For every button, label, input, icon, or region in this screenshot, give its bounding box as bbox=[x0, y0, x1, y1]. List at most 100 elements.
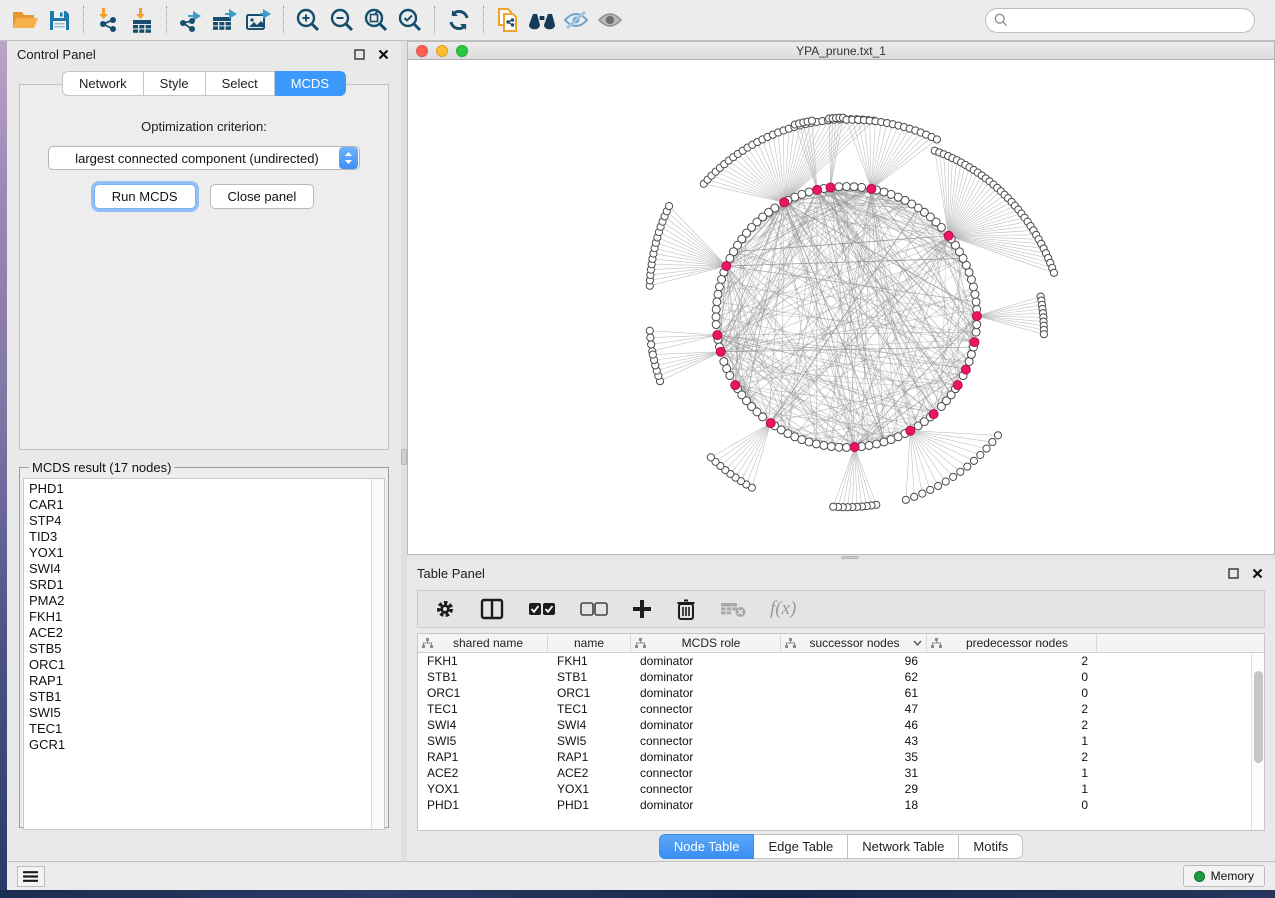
main-toolbar bbox=[0, 0, 1275, 41]
table-row[interactable]: PHD1PHD1dominator180 bbox=[418, 797, 1264, 813]
cell-shared-name: RAP1 bbox=[418, 749, 548, 765]
result-node-item[interactable]: TID3 bbox=[29, 529, 384, 545]
table-settings-button[interactable] bbox=[434, 594, 456, 624]
desktop-wallpaper-left bbox=[0, 41, 7, 890]
result-list-scrollbar[interactable] bbox=[371, 479, 384, 829]
close-panel-button[interactable] bbox=[375, 46, 391, 62]
zoom-fit-button[interactable] bbox=[359, 4, 393, 36]
result-node-item[interactable]: STB5 bbox=[29, 641, 384, 657]
float-panel-button[interactable] bbox=[351, 46, 367, 62]
zoom-out-button[interactable] bbox=[325, 4, 359, 36]
memory-button[interactable]: Memory bbox=[1183, 865, 1265, 887]
table-row[interactable]: STB1STB1dominator620 bbox=[418, 669, 1264, 685]
vertical-splitter[interactable] bbox=[401, 41, 407, 861]
table-scrollbar-thumb[interactable] bbox=[1254, 671, 1263, 763]
result-node-item[interactable]: SWI4 bbox=[29, 561, 384, 577]
criterion-dropdown[interactable]: largest connected component (undirected) bbox=[48, 146, 360, 170]
splitter-grip[interactable] bbox=[841, 556, 859, 559]
result-node-item[interactable]: YOX1 bbox=[29, 545, 384, 561]
refresh-layout-button[interactable] bbox=[442, 4, 476, 36]
hide-selected-button[interactable] bbox=[559, 4, 593, 36]
result-node-item[interactable]: SWI5 bbox=[29, 705, 384, 721]
delete-table-icon bbox=[720, 600, 746, 618]
table-row[interactable]: ACE2ACE2connector311 bbox=[418, 765, 1264, 781]
open-file-button[interactable] bbox=[8, 4, 42, 36]
result-node-item[interactable]: ACE2 bbox=[29, 625, 384, 641]
result-node-item[interactable]: ORC1 bbox=[29, 657, 384, 673]
apply-function-button[interactable]: f(x) bbox=[770, 594, 796, 624]
search-network-button[interactable] bbox=[525, 4, 559, 36]
zoom-in-button[interactable] bbox=[291, 4, 325, 36]
search-box bbox=[985, 8, 1255, 33]
result-node-item[interactable]: STP4 bbox=[29, 513, 384, 529]
save-session-button[interactable] bbox=[42, 4, 76, 36]
deselect-all-columns-button[interactable] bbox=[580, 594, 608, 624]
result-node-item[interactable]: PMA2 bbox=[29, 593, 384, 609]
search-input[interactable] bbox=[1013, 13, 1246, 27]
export-image-icon bbox=[245, 7, 273, 33]
horizontal-splitter[interactable] bbox=[407, 555, 1275, 560]
tab-motifs[interactable]: Motifs bbox=[959, 834, 1023, 859]
result-node-item[interactable]: FKH1 bbox=[29, 609, 384, 625]
tab-style[interactable]: Style bbox=[144, 71, 206, 96]
column-header-successor-nodes[interactable]: successor nodes bbox=[781, 634, 927, 652]
split-columns-button[interactable] bbox=[480, 594, 504, 624]
zoom-selected-icon bbox=[397, 7, 423, 33]
tab-edge-table[interactable]: Edge Table bbox=[754, 834, 848, 859]
tab-network[interactable]: Network bbox=[62, 71, 144, 96]
show-panels-button[interactable] bbox=[17, 866, 45, 887]
export-network-button[interactable] bbox=[174, 4, 208, 36]
table-row[interactable]: TEC1TEC1connector472 bbox=[418, 701, 1264, 717]
result-node-item[interactable]: GCR1 bbox=[29, 737, 384, 753]
table-toolbar: f(x) bbox=[417, 590, 1265, 628]
table-scrollbar[interactable] bbox=[1251, 653, 1264, 830]
column-header-label: predecessor nodes bbox=[942, 636, 1092, 650]
column-header-predecessor-nodes[interactable]: predecessor nodes bbox=[927, 634, 1097, 652]
column-header-name[interactable]: name bbox=[548, 634, 631, 652]
copy-network-button[interactable] bbox=[491, 4, 525, 36]
result-node-item[interactable]: CAR1 bbox=[29, 497, 384, 513]
tab-network-table[interactable]: Network Table bbox=[848, 834, 959, 859]
export-table-button[interactable] bbox=[208, 4, 242, 36]
column-header-shared-name[interactable]: shared name bbox=[418, 634, 548, 652]
tab-select[interactable]: Select bbox=[206, 71, 275, 96]
close-panel-action-button[interactable]: Close panel bbox=[210, 184, 315, 209]
tab-node-table[interactable]: Node Table bbox=[659, 834, 755, 859]
result-node-item[interactable]: RAP1 bbox=[29, 673, 384, 689]
import-table-button[interactable] bbox=[125, 4, 159, 36]
toolbar-separator bbox=[166, 6, 167, 34]
result-node-item[interactable]: TEC1 bbox=[29, 721, 384, 737]
close-table-panel-button[interactable] bbox=[1249, 565, 1265, 581]
open-folder-icon bbox=[12, 9, 39, 31]
table-row[interactable]: ORC1ORC1dominator610 bbox=[418, 685, 1264, 701]
show-all-button[interactable] bbox=[593, 4, 627, 36]
table-row[interactable]: RAP1RAP1dominator352 bbox=[418, 749, 1264, 765]
zoom-selected-button[interactable] bbox=[393, 4, 427, 36]
delete-column-button[interactable] bbox=[676, 594, 696, 624]
network-canvas[interactable] bbox=[408, 60, 1274, 554]
table-row[interactable]: SWI4SWI4dominator462 bbox=[418, 717, 1264, 733]
network-window-title: YPA_prune.txt_1 bbox=[408, 44, 1274, 58]
result-node-item[interactable]: SRD1 bbox=[29, 577, 384, 593]
float-table-panel-button[interactable] bbox=[1225, 565, 1241, 581]
column-header-label: name bbox=[552, 636, 626, 650]
result-node-item[interactable]: STB1 bbox=[29, 689, 384, 705]
select-all-columns-button[interactable] bbox=[528, 594, 556, 624]
delete-table-button[interactable] bbox=[720, 594, 746, 624]
splitter-grip[interactable] bbox=[401, 449, 407, 465]
result-node-item[interactable]: PHD1 bbox=[29, 481, 384, 497]
import-network-button[interactable] bbox=[91, 4, 125, 36]
table-row[interactable]: YOX1YOX1connector291 bbox=[418, 781, 1264, 797]
mcds-result-list[interactable]: PHD1CAR1STP4TID3YOX1SWI4SRD1PMA2FKH1ACE2… bbox=[23, 478, 385, 830]
export-image-button[interactable] bbox=[242, 4, 276, 36]
column-header-MCDS-role[interactable]: MCDS role bbox=[631, 634, 781, 652]
cell-name: SWI5 bbox=[548, 733, 631, 749]
table-row[interactable]: SWI5SWI5connector431 bbox=[418, 733, 1264, 749]
add-column-button[interactable] bbox=[632, 594, 652, 624]
table-row[interactable]: FKH1FKH1dominator962 bbox=[418, 653, 1264, 669]
run-mcds-button[interactable]: Run MCDS bbox=[94, 184, 196, 209]
network-graph[interactable] bbox=[408, 60, 1274, 554]
cell-MCDS-role: dominator bbox=[631, 669, 781, 685]
tab-mcds[interactable]: MCDS bbox=[275, 71, 346, 96]
save-icon bbox=[48, 9, 71, 32]
